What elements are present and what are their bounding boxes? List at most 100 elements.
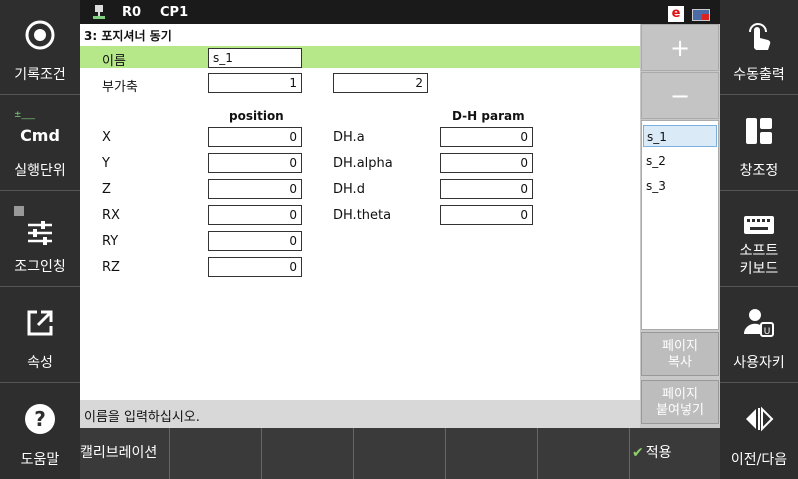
list-item[interactable]: s_2 xyxy=(643,150,717,172)
dh-a-input[interactable]: 0 xyxy=(440,127,533,147)
dh-a-label: DH.a xyxy=(333,130,365,145)
manual-output-label: 수동출력 xyxy=(733,67,785,83)
soft-keyboard-button[interactable]: 소프트 키보드 xyxy=(720,192,798,287)
apply-button[interactable]: ✔ 적용 xyxy=(632,428,672,479)
position-header: position xyxy=(229,109,284,123)
soft-keyboard-label-2: 키보드 xyxy=(739,261,779,277)
property-label: 속성 xyxy=(27,355,53,371)
property-icon xyxy=(27,310,53,336)
aux-axis-input-2[interactable]: 2 xyxy=(333,73,428,93)
calibration-label: 캘리브레이션 xyxy=(80,445,158,461)
position-z-label: Z xyxy=(102,182,111,197)
dh-d-input[interactable]: 0 xyxy=(440,179,533,199)
dh-param-header: D-H param xyxy=(452,109,525,123)
position-y-input[interactable]: 0 xyxy=(208,153,302,173)
manual-output-icon xyxy=(749,23,771,50)
program-text: CP1 xyxy=(160,5,189,20)
user-key-label: 사용자키 xyxy=(733,355,785,371)
name-row xyxy=(80,46,640,68)
position-rx-input[interactable]: 0 xyxy=(208,205,302,225)
soft-keyboard-label-1: 소프트 xyxy=(739,243,779,259)
position-x-input[interactable]: 0 xyxy=(208,127,302,147)
help-label: 도움말 xyxy=(20,452,60,468)
position-x-label: X xyxy=(102,130,111,145)
position-rz-input[interactable]: 0 xyxy=(208,257,302,277)
property-button[interactable]: 속성 xyxy=(0,288,80,383)
list-item[interactable]: s_3 xyxy=(643,175,717,197)
function-bar: 캘리브레이션 ✔ 적용 xyxy=(80,428,720,479)
position-z-input[interactable]: 0 xyxy=(208,179,302,199)
position-ry-label: RY xyxy=(102,234,119,249)
page-paste-button[interactable]: 페이지 붙여넣기 xyxy=(641,380,719,424)
calibration-button[interactable]: 캘리브레이션 xyxy=(80,428,170,479)
dh-theta-label: DH.theta xyxy=(333,208,392,223)
page-copy-label-1: 페이지 xyxy=(662,339,698,354)
function-key-4[interactable] xyxy=(355,428,446,479)
robot-state-text: R0 xyxy=(122,5,142,20)
cmd-icon: Cmd xyxy=(20,126,60,145)
flag-icon xyxy=(692,9,710,21)
right-button-column: 수동출력 창조정 소프트 키보드 U 사용자키 이전/다음 xyxy=(720,0,798,479)
user-key-button[interactable]: U 사용자키 xyxy=(720,288,798,383)
list-item[interactable]: s_1 xyxy=(643,125,717,147)
apply-label: 적용 xyxy=(645,445,672,461)
help-button[interactable]: ? 도움말 xyxy=(0,384,80,479)
prev-next-icon xyxy=(746,406,774,432)
jog-inching-icon xyxy=(28,221,52,245)
function-key-3[interactable] xyxy=(263,428,354,479)
window-adjust-icon xyxy=(746,118,772,144)
jog-inching-button[interactable]: 조그인칭 xyxy=(0,192,80,287)
record-condition-label: 기록조건 xyxy=(14,67,66,83)
left-button-column: 기록조건 ±___ Cmd 실행단위 조그인칭 속성 ? 도움말 xyxy=(0,0,80,479)
prev-next-label: 이전/다음 xyxy=(730,452,788,468)
function-key-2[interactable] xyxy=(171,428,262,479)
record-condition-button[interactable]: 기록조건 xyxy=(0,0,80,95)
svg-text:U: U xyxy=(764,327,771,337)
cmd-indicator: ±___ xyxy=(14,110,36,120)
position-y-label: Y xyxy=(102,156,110,171)
function-key-6[interactable] xyxy=(539,428,630,479)
minus-icon: − xyxy=(669,82,691,110)
check-icon: ✔ xyxy=(632,445,644,461)
message-bar: 이름을 입력하십시오. xyxy=(80,400,640,428)
jog-inching-indicator xyxy=(14,206,24,216)
positioner-sync-panel: 3: 포지셔너 동기 이름 s_1 부가축 1 2 position D-H p… xyxy=(80,24,640,428)
page-paste-label-2: 붙여넣기 xyxy=(656,403,704,418)
record-condition-icon xyxy=(25,20,55,50)
svg-text:?: ? xyxy=(34,407,46,431)
aux-axis-input-1[interactable]: 1 xyxy=(208,73,302,93)
position-ry-input[interactable]: 0 xyxy=(208,231,302,251)
aux-axis-label: 부가축 xyxy=(102,80,138,95)
message-text: 이름을 입력하십시오. xyxy=(84,410,200,425)
page-copy-label-2: 복사 xyxy=(668,355,692,370)
side-panel: + − s_1 s_2 s_3 페이지 복사 페이지 붙여넣기 xyxy=(640,24,720,428)
name-input[interactable]: s_1 xyxy=(208,48,302,68)
robot-status-icon xyxy=(93,5,105,19)
jog-inching-label: 조그인칭 xyxy=(14,259,66,275)
dh-alpha-label: DH.alpha xyxy=(333,156,393,171)
prev-next-button[interactable]: 이전/다음 xyxy=(720,384,798,479)
position-rz-label: RZ xyxy=(102,260,120,275)
dh-alpha-input[interactable]: 0 xyxy=(440,153,533,173)
add-button[interactable]: + xyxy=(641,24,719,71)
execution-unit-label: 실행단위 xyxy=(14,163,66,179)
window-adjust-button[interactable]: 창조정 xyxy=(720,96,798,191)
user-key-icon: U xyxy=(743,309,774,337)
positioner-list: s_1 s_2 s_3 xyxy=(641,120,719,330)
dh-theta-input[interactable]: 0 xyxy=(440,205,533,225)
position-rx-label: RX xyxy=(102,208,120,223)
page-title: 3: 포지셔너 동기 xyxy=(84,29,172,43)
dh-d-label: DH.d xyxy=(333,182,365,197)
soft-keyboard-icon xyxy=(744,216,774,234)
plus-icon: + xyxy=(669,34,691,62)
page-paste-label-1: 페이지 xyxy=(662,387,698,402)
e-badge: e xyxy=(668,6,684,22)
function-key-5[interactable] xyxy=(447,428,538,479)
page-copy-button[interactable]: 페이지 복사 xyxy=(641,332,719,376)
name-label: 이름 xyxy=(102,54,126,69)
remove-button[interactable]: − xyxy=(641,72,719,119)
help-icon: ? xyxy=(25,404,55,434)
execution-unit-button[interactable]: ±___ Cmd 실행단위 xyxy=(0,96,80,191)
window-adjust-label: 창조정 xyxy=(739,163,779,179)
manual-output-button[interactable]: 수동출력 xyxy=(720,0,798,95)
